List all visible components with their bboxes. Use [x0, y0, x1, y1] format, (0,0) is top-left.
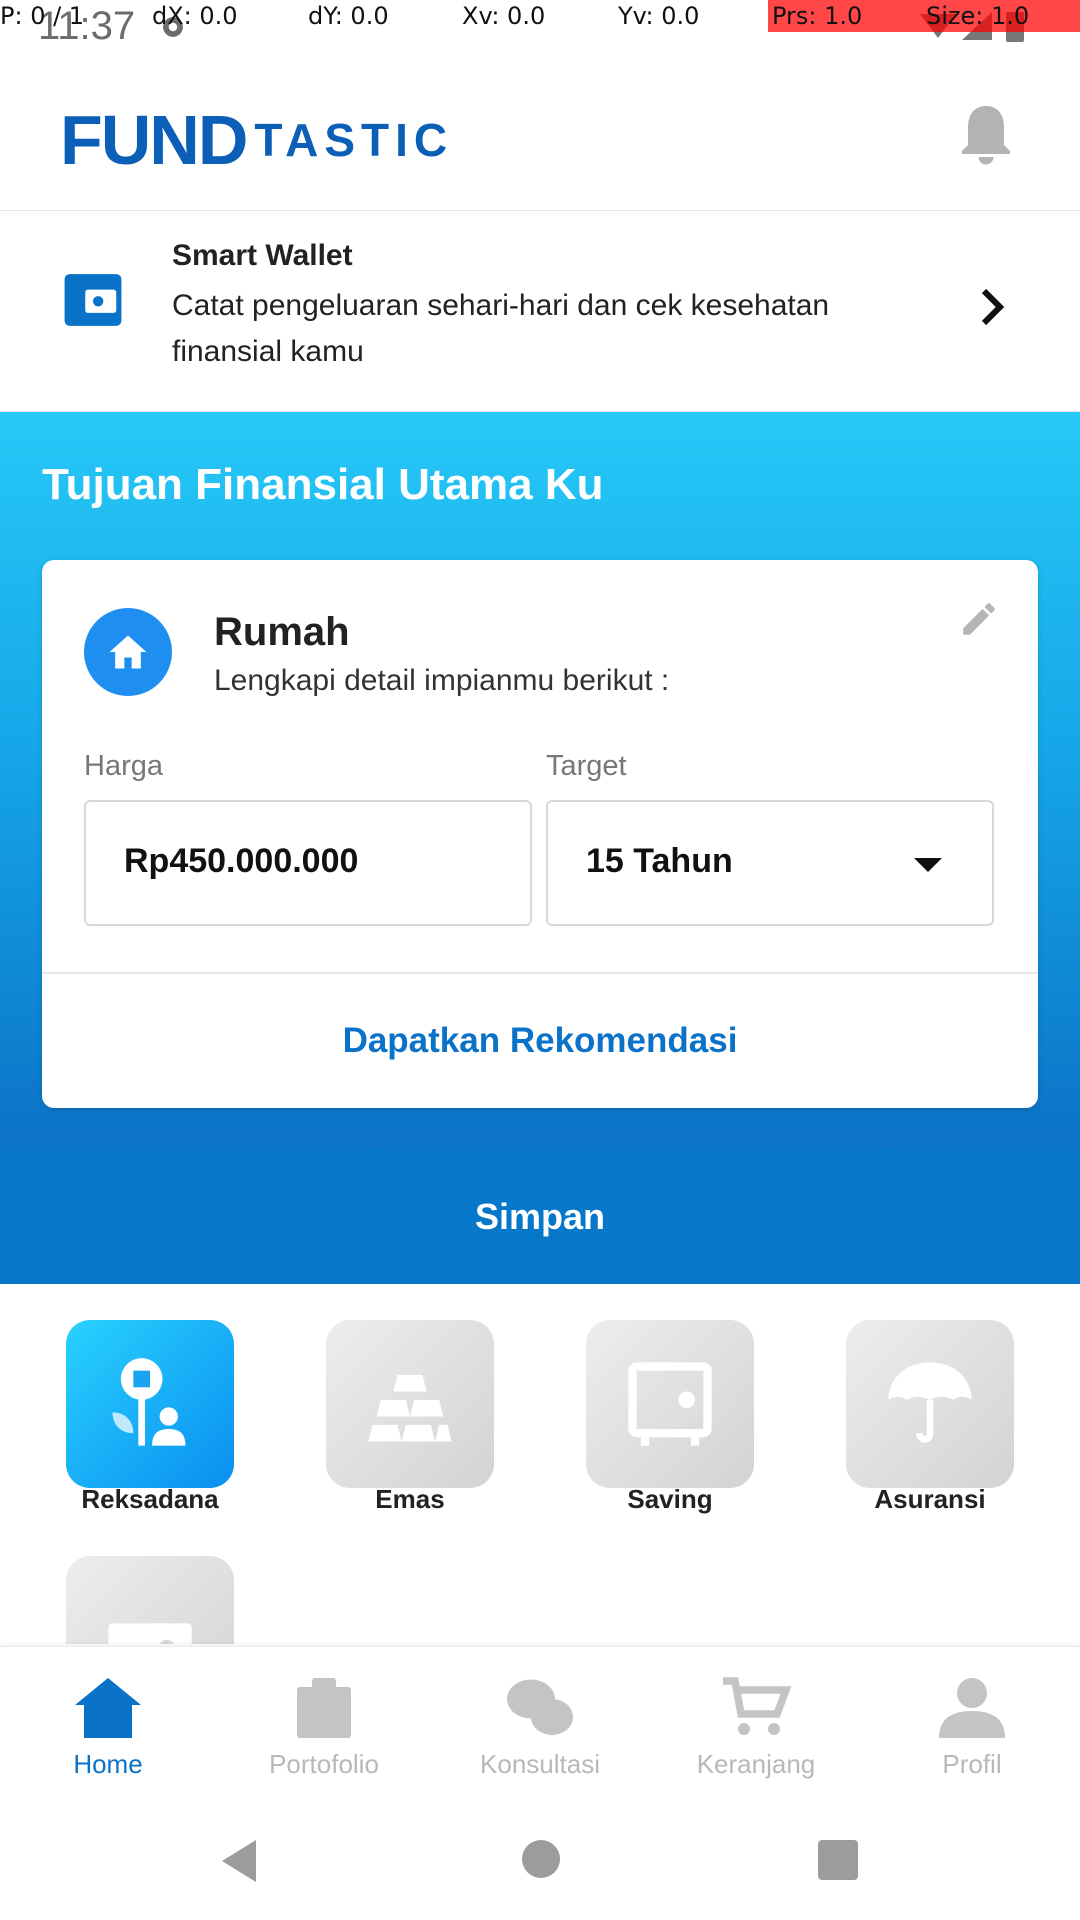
debug-dx: dX: 0.0	[152, 2, 238, 30]
price-input[interactable]: Rp450.000.000	[84, 800, 532, 926]
app-header: FUND TASTIC	[0, 44, 1080, 211]
smart-wallet-title: Smart Wallet	[172, 239, 353, 272]
goal-card: Rumah Lengkapi detail impianmu berikut :…	[42, 560, 1038, 1108]
recommendation-button[interactable]: Dapatkan Rekomendasi	[42, 974, 1038, 1108]
smart-wallet-description: Catat pengeluaran sehari-hari dan cek ke…	[172, 289, 830, 368]
product-label-emas: Emas	[375, 1484, 445, 1514]
system-navigation-bar	[0, 1796, 1080, 1920]
chat-icon	[507, 1679, 573, 1735]
nav-konsultasi-label: Konsultasi	[480, 1749, 600, 1779]
bell-icon[interactable]	[950, 100, 1022, 172]
nav-profil-label: Profil	[942, 1749, 1002, 1779]
debug-p: P: 0 / 1	[0, 2, 85, 30]
debug-xv: Xv: 0.0	[462, 2, 546, 30]
goal-subtitle: Lengkapi detail impianmu berikut :	[214, 664, 670, 697]
target-value: 15 Tahun	[586, 842, 733, 880]
goal-name: Rumah	[214, 610, 350, 654]
target-label: Target	[546, 750, 627, 782]
cart-icon	[723, 1677, 792, 1735]
nav-keranjang-label: Keranjang	[696, 1749, 816, 1779]
product-label-reksadana: Reksadana	[81, 1484, 219, 1514]
bottom-navigation: Home Portofolio Konsultasi Keranjang Pro…	[0, 1646, 1080, 1797]
safe-icon	[628, 1362, 712, 1446]
price-label: Harga	[84, 750, 163, 782]
price-value: Rp450.000.000	[124, 842, 359, 880]
debug-overlay: P: 0 / 1 dX: 0.0 dY: 0.0 Xv: 0.0 Yv: 0.0…	[0, 0, 1080, 32]
nav-portofolio-label: Portofolio	[269, 1749, 379, 1779]
person-icon	[939, 1678, 1005, 1738]
gold-bars-icon	[368, 1374, 452, 1442]
product-tile-saving[interactable]	[586, 1320, 754, 1488]
clipboard-icon	[297, 1678, 351, 1738]
nav-portofolio[interactable]: Portofolio	[216, 1661, 432, 1791]
product-tile-emas[interactable]	[326, 1320, 494, 1488]
home-icon	[75, 1678, 141, 1738]
logo-tastic: TASTIC	[254, 114, 454, 166]
fundtastic-logo: FUND TASTIC	[60, 100, 453, 180]
nav-home-label: Home	[73, 1749, 143, 1779]
product-grid: Reksadana Emas Saving Asuransi	[0, 1284, 1080, 1644]
mutual-fund-icon	[112, 1358, 186, 1446]
product-tile-asuransi[interactable]	[846, 1320, 1014, 1488]
save-button[interactable]: Simpan	[0, 1150, 1080, 1284]
section-title: Tujuan Finansial Utama Ku	[42, 460, 604, 509]
home-circle-icon[interactable]	[522, 1840, 560, 1878]
product-label-saving: Saving	[627, 1484, 713, 1514]
nav-konsultasi[interactable]: Konsultasi	[432, 1661, 648, 1791]
product-label-asuransi: Asuransi	[874, 1484, 986, 1514]
target-dropdown[interactable]: 15 Tahun	[546, 800, 994, 926]
dropdown-arrow-icon	[914, 858, 942, 872]
logo-fund: FUND	[60, 101, 248, 179]
chevron-right-icon[interactable]	[976, 287, 1008, 327]
debug-size: Size: 1.0	[926, 2, 1030, 30]
nav-profil[interactable]: Profil	[864, 1661, 1080, 1791]
recommendation-label: Dapatkan Rekomendasi	[342, 1021, 738, 1060]
financial-goals-section: Tujuan Finansial Utama Ku Rumah Lengkapi…	[0, 412, 1080, 1150]
debug-dy: dY: 0.0	[308, 2, 389, 30]
smart-wallet-banner[interactable]: Smart Wallet Catat pengeluaran sehari-ha…	[0, 211, 1080, 413]
product-tile-partial[interactable]	[66, 1556, 234, 1644]
recent-apps-icon[interactable]	[818, 1840, 858, 1880]
debug-yv: Yv: 0.0	[618, 2, 700, 30]
umbrella-icon	[888, 1362, 972, 1443]
product-tile-reksadana[interactable]	[66, 1320, 234, 1488]
save-label: Simpan	[474, 1196, 606, 1237]
nav-keranjang[interactable]: Keranjang	[648, 1661, 864, 1791]
wallet-card-icon	[108, 1623, 192, 1644]
wallet-icon	[64, 274, 122, 326]
nav-home[interactable]: Home	[0, 1661, 216, 1791]
back-icon[interactable]	[218, 1838, 258, 1884]
pencil-icon[interactable]	[958, 598, 1000, 640]
debug-prs: Prs: 1.0	[772, 2, 863, 30]
house-icon	[84, 608, 172, 696]
